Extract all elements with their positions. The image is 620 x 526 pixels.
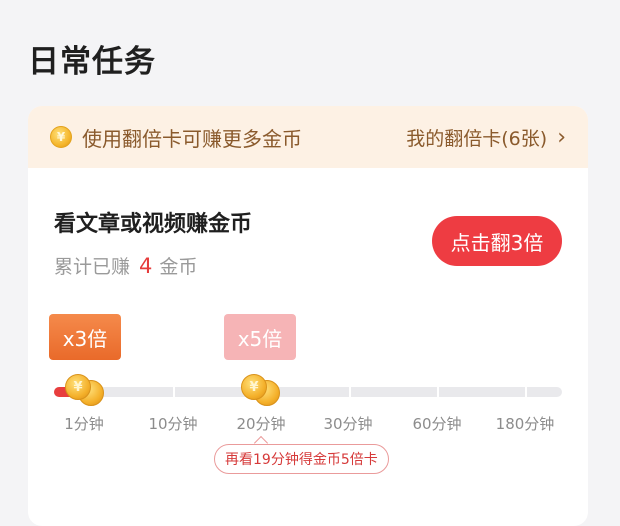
track-separator [349, 387, 351, 397]
earned-prefix: 累计已赚 [54, 256, 131, 278]
track-separator [437, 387, 439, 397]
track-separator [525, 387, 527, 397]
my-double-cards-link[interactable]: 我的翻倍卡(6张) › [406, 124, 566, 151]
tick-label: 20分钟 [236, 415, 286, 433]
tick-label: 180分钟 [495, 415, 555, 433]
multiplier-badge-5x: x5倍 [224, 314, 296, 360]
tick-label: 1分钟 [64, 415, 104, 433]
tick-label: 60分钟 [412, 415, 462, 433]
coin-stack-icon: ¥ [241, 374, 281, 408]
track-separator [173, 387, 175, 397]
earned-summary: 累计已赚 4 金币 [54, 252, 197, 279]
my-double-cards-label: 我的翻倍卡(6张) [406, 127, 548, 150]
daily-task-card: ¥ 使用翻倍卡可赚更多金币 我的翻倍卡(6张) › 看文章或视频赚金币 累计已赚… [28, 106, 588, 526]
section-title: 日常任务 [28, 44, 156, 80]
tick-label: 30分钟 [323, 415, 373, 433]
tick-label: 10分钟 [148, 415, 198, 433]
coin-stack-icon: ¥ [65, 374, 105, 408]
chevron-right-icon: › [557, 124, 566, 150]
progress-track [54, 387, 562, 397]
earned-suffix: 金币 [159, 256, 198, 278]
earned-amount: 4 [139, 254, 153, 278]
double-card-banner[interactable]: ¥ 使用翻倍卡可赚更多金币 我的翻倍卡(6张) › [28, 106, 588, 168]
multiplier-badge-3x: x3倍 [49, 314, 121, 360]
flip-3x-button[interactable]: 点击翻3倍 [432, 216, 562, 266]
coin-icon: ¥ [50, 126, 72, 148]
next-reward-hint: 再看19分钟得金币5倍卡 [214, 444, 389, 474]
banner-text: 使用翻倍卡可赚更多金币 [82, 126, 302, 151]
task-title: 看文章或视频赚金币 [54, 212, 253, 237]
